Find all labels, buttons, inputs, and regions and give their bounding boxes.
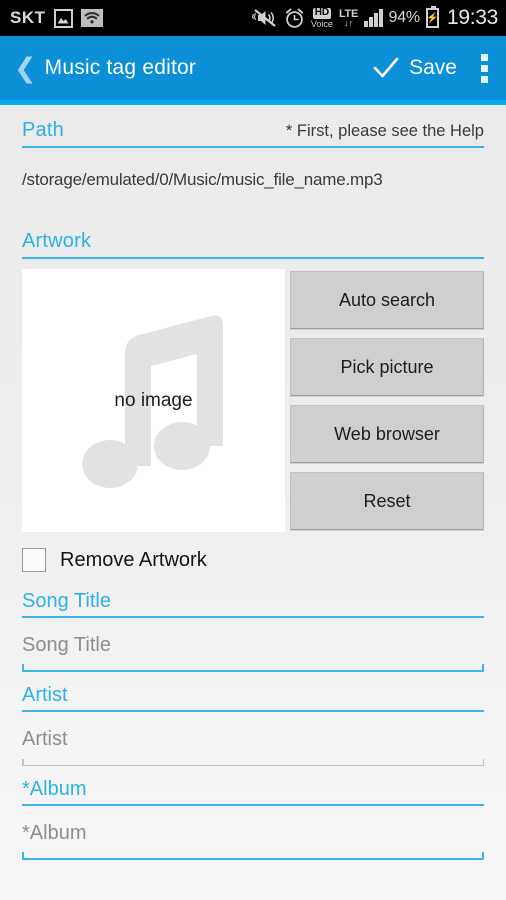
remove-artwork-checkbox-row[interactable]: Remove Artwork: [22, 532, 484, 578]
form-scroll-area[interactable]: Path * First, please see the Help /stora…: [0, 105, 506, 900]
artwork-row: no image Auto search Pick picture Web br…: [22, 269, 484, 532]
album-placeholder: *Album: [22, 821, 87, 844]
album-underline: [22, 852, 484, 860]
back-chevron-icon[interactable]: ❮: [10, 54, 45, 82]
carrier-label: SKT: [10, 8, 46, 27]
status-bar-left: SKT: [10, 8, 103, 28]
save-button[interactable]: Save: [371, 55, 457, 81]
field-label-artist: Artist: [22, 684, 68, 706]
artwork-section-header: Artwork: [22, 216, 484, 257]
song-title-underline: [22, 664, 484, 672]
wifi-icon: [80, 9, 103, 27]
path-value[interactable]: /storage/emulated/0/Music/music_file_nam…: [22, 148, 484, 216]
artwork-section: Artwork no image Auto search Pick pictur…: [0, 216, 506, 578]
field-artist: Artist Artist: [0, 672, 506, 766]
checkmark-icon: [371, 55, 401, 81]
artist-underline: [22, 760, 484, 766]
alarm-clock-icon: [284, 8, 305, 29]
image-icon: [53, 8, 73, 28]
artwork-preview[interactable]: no image: [22, 269, 285, 532]
no-image-label: no image: [114, 389, 193, 411]
remove-artwork-label: Remove Artwork: [60, 548, 207, 571]
artist-input[interactable]: Artist: [22, 712, 484, 766]
overflow-menu-icon[interactable]: [479, 50, 490, 87]
status-bar-right: HD Voice LTE ↓↑ 94% 19:33: [251, 6, 498, 30]
album-input[interactable]: *Album: [22, 806, 484, 860]
auto-search-button[interactable]: Auto search: [290, 271, 484, 329]
field-label-album: *Album: [22, 778, 87, 800]
artwork-section-rule: [22, 257, 484, 259]
battery-percent-label: 94%: [388, 9, 421, 26]
path-section-header: Path * First, please see the Help: [22, 105, 484, 146]
web-browser-button[interactable]: Web browser: [290, 405, 484, 463]
clock-label: 19:33: [446, 6, 498, 29]
help-note: * First, please see the Help: [285, 122, 484, 140]
battery-charging-icon: [425, 6, 439, 28]
signal-bars-icon: [364, 9, 383, 27]
song-title-input[interactable]: Song Title: [22, 618, 484, 672]
lte-icon: LTE ↓↑: [338, 7, 358, 28]
artwork-button-group: Auto search Pick picture Web browser Res…: [290, 269, 484, 532]
reset-button[interactable]: Reset: [290, 472, 484, 530]
status-bar: SKT HD Voice LTE ↓↑ 94% ⚡ 19:33: [0, 0, 506, 36]
remove-artwork-checkbox[interactable]: [22, 548, 46, 572]
page-title: Music tag editor: [44, 56, 197, 79]
path-section: Path * First, please see the Help /stora…: [0, 105, 506, 216]
pick-picture-button[interactable]: Pick picture: [290, 338, 484, 396]
hd-voice-icon: HD Voice: [310, 6, 333, 29]
save-label: Save: [409, 56, 457, 79]
artist-placeholder: Artist: [22, 727, 68, 750]
field-album: *Album *Album: [0, 766, 506, 860]
field-label-song-title: Song Title: [22, 590, 111, 612]
artwork-section-title: Artwork: [22, 230, 92, 252]
vibrate-off-icon: [251, 7, 278, 29]
app-bar: ❮ Music tag editor Save: [0, 36, 506, 100]
path-section-title: Path: [22, 119, 64, 141]
field-song-title: Song Title Song Title: [0, 578, 506, 672]
song-title-placeholder: Song Title: [22, 633, 111, 656]
